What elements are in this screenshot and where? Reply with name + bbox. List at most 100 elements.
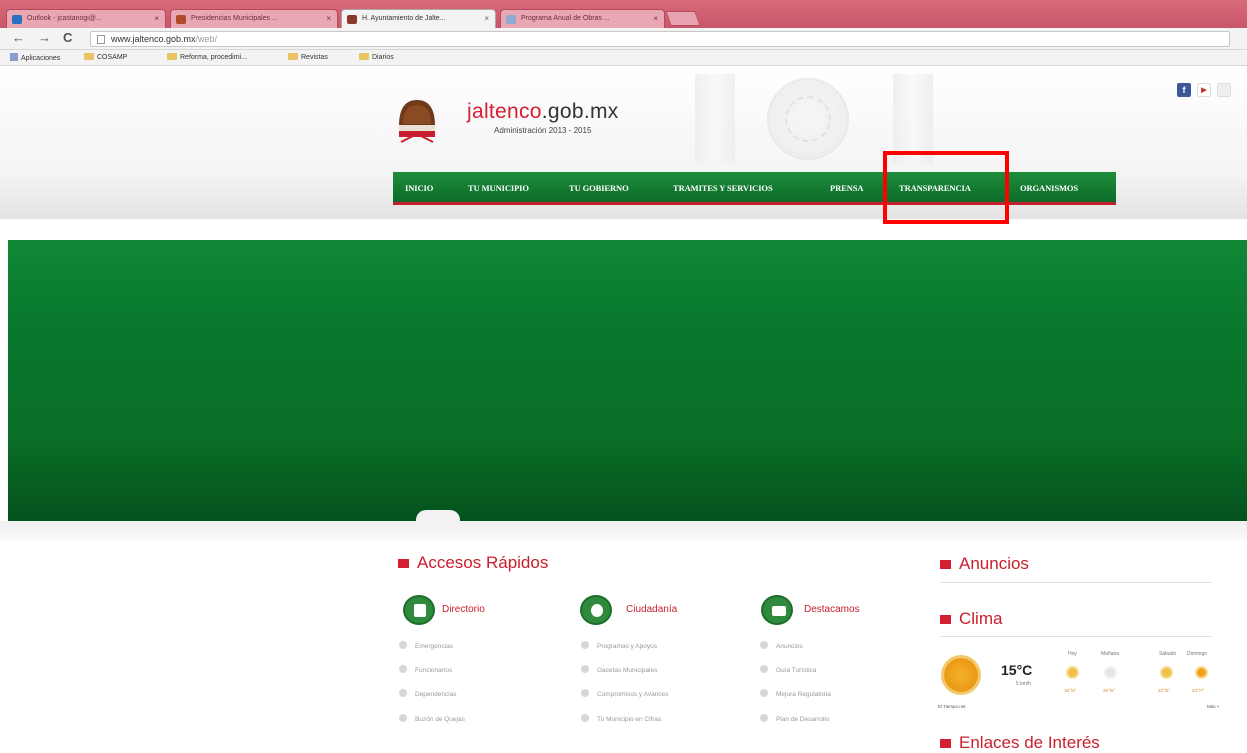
address-bar[interactable]: www.jaltenco.gob.mx/web/ <box>90 31 1230 47</box>
quick-link[interactable]: Mejora Regulatoria <box>760 689 831 698</box>
section-heading-accesos: Accesos Rápidos <box>398 553 548 573</box>
browser-tab-programa[interactable]: Programa Anual de Obras ... × <box>500 9 665 28</box>
browser-tab-outlook[interactable]: Outlook - jcastanogi@... × <box>6 9 166 28</box>
close-icon[interactable]: × <box>653 14 658 23</box>
megaphone-icon[interactable] <box>761 595 793 625</box>
back-arrow-icon[interactable]: ← <box>12 31 25 45</box>
section-heading-enlaces: Enlaces de Interés <box>940 733 1100 753</box>
rss-icon[interactable] <box>1217 83 1231 97</box>
sun-weather-icon <box>944 658 978 692</box>
quick-link[interactable]: Buzón de Quejas <box>399 714 465 723</box>
section-title: Anuncios <box>959 554 1029 573</box>
bullet-icon <box>581 665 589 673</box>
youtube-icon[interactable]: ▶ <box>1197 83 1211 97</box>
nav-inicio[interactable]: INICIO <box>405 183 433 193</box>
bookmark-diarios[interactable]: Diarios <box>359 53 394 61</box>
page-favicon-icon <box>176 15 186 24</box>
quick-link[interactable]: Guía Turística <box>760 665 816 674</box>
quick-link[interactable]: Plan de Desarrollo <box>760 714 829 723</box>
forecast-temp: 20°/6° <box>1103 688 1116 693</box>
forecast-day: Sábado <box>1159 651 1177 657</box>
folder-icon <box>359 53 369 60</box>
quick-link[interactable]: Dependencias <box>399 689 457 698</box>
bullet-icon <box>760 714 768 722</box>
category-ciudadania[interactable]: Ciudadanía <box>626 604 677 615</box>
close-icon[interactable]: × <box>326 14 331 23</box>
site-title[interactable]: jaltenco.gob.mx <box>467 100 619 124</box>
facebook-icon[interactable]: f <box>1177 83 1191 97</box>
weather-more-link[interactable]: Más » <box>1207 704 1219 709</box>
decorative-column <box>695 74 735 164</box>
nav-organismos[interactable]: ORGANISMOS <box>1020 183 1078 193</box>
current-wind: 5 km/h <box>1016 681 1032 687</box>
ciudadania-icon[interactable] <box>580 595 612 625</box>
quick-link-label: Buzón de Quejas <box>415 716 465 723</box>
section-title: Accesos Rápidos <box>417 553 549 572</box>
folder-icon <box>288 53 298 60</box>
quick-link-label: Funcionarios <box>415 667 453 674</box>
quick-link-label: Compromisos y Avances <box>597 691 669 698</box>
current-temperature: 15°C <box>1001 662 1033 678</box>
square-bullet-icon <box>398 559 409 568</box>
bullet-icon <box>581 689 589 697</box>
close-icon[interactable]: × <box>484 14 489 23</box>
page-icon <box>97 35 105 44</box>
forecast-temp: 16°/3° <box>1064 688 1077 693</box>
nav-tu-gobierno[interactable]: TU GOBIERNO <box>569 183 629 193</box>
forward-arrow-icon[interactable]: → <box>38 31 51 45</box>
jaltenco-emblem-icon[interactable] <box>397 96 437 144</box>
reload-icon[interactable]: C <box>63 31 72 45</box>
quick-link[interactable]: Emergencias <box>399 641 453 650</box>
divider <box>940 636 1212 637</box>
bullet-icon <box>399 714 407 722</box>
nav-tu-municipio[interactable]: TU MUNICIPIO <box>468 183 529 193</box>
close-icon[interactable]: × <box>154 14 159 23</box>
transparencia-highlight-annotation <box>883 151 1009 224</box>
nav-tramites-servicios[interactable]: TRAMITES Y SERVICIOS <box>673 183 773 193</box>
section-title: Enlaces de Interés <box>959 733 1100 752</box>
forecast-day: Mañana <box>1101 651 1120 657</box>
bullet-icon <box>760 689 768 697</box>
quick-link[interactable]: Anuncios <box>760 641 803 650</box>
browser-tab-presidencias[interactable]: Presidencias Municipales ... × <box>170 9 338 28</box>
quick-link-label: Plan de Desarrollo <box>776 716 830 723</box>
bookmark-label: Reforma, procedimi... <box>180 54 247 61</box>
url-host: www.jaltenco.gob.mx <box>111 34 196 44</box>
bookmark-cosamp[interactable]: COSAMP <box>84 53 127 61</box>
site-tld: .gob.mx <box>541 100 619 123</box>
bookmarks-bar: Aplicaciones COSAMP Reforma, procedimi..… <box>0 50 1247 66</box>
quick-link[interactable]: Funcionarios <box>399 665 452 674</box>
partly-cloudy-icon <box>1066 666 1079 679</box>
forecast-temp: 22°/5° <box>1158 688 1171 693</box>
weather-source-link[interactable]: El Tiempo.net <box>938 704 966 709</box>
bookmark-label: Revistas <box>301 54 328 61</box>
bullet-icon <box>760 665 768 673</box>
quick-link[interactable]: Tu Municipio en Cifras <box>581 714 661 723</box>
nav-prensa[interactable]: PRENSA <box>830 183 864 193</box>
category-directorio[interactable]: Directorio <box>442 604 485 615</box>
section-heading-clima: Clima <box>940 609 1002 629</box>
bookmark-label: COSAMP <box>97 54 128 61</box>
browser-toolbar: ← → C www.jaltenco.gob.mx/web/ <box>0 28 1247 50</box>
banner-slider-tab[interactable] <box>416 510 460 522</box>
bookmark-apps[interactable]: Aplicaciones <box>10 53 60 62</box>
bullet-icon <box>581 641 589 649</box>
bullet-icon <box>399 665 407 673</box>
bookmark-revistas[interactable]: Revistas <box>288 53 328 61</box>
apps-grid-icon <box>10 53 18 61</box>
directorio-icon[interactable] <box>403 595 435 625</box>
quick-link[interactable]: Programas y Apoyos <box>581 641 657 650</box>
bullet-icon <box>760 641 768 649</box>
category-destacamos[interactable]: Destacamos <box>804 604 860 615</box>
hero-banner[interactable] <box>8 240 1247 521</box>
new-tab-button[interactable] <box>665 11 701 26</box>
section-heading-anuncios: Anuncios <box>940 554 1029 574</box>
quick-link[interactable]: Gacetas Municipales <box>581 665 657 674</box>
bullet-icon <box>581 714 589 722</box>
divider <box>940 582 1212 583</box>
browser-tab-jaltenco[interactable]: H. Ayuntamiento de Jalte... × <box>341 9 496 28</box>
site-subtitle: Administración 2013 - 2015 <box>494 126 592 135</box>
quick-link[interactable]: Compromisos y Avances <box>581 689 668 698</box>
bookmark-reforma[interactable]: Reforma, procedimi... <box>167 53 247 61</box>
forecast-day: Domingo <box>1187 651 1208 657</box>
